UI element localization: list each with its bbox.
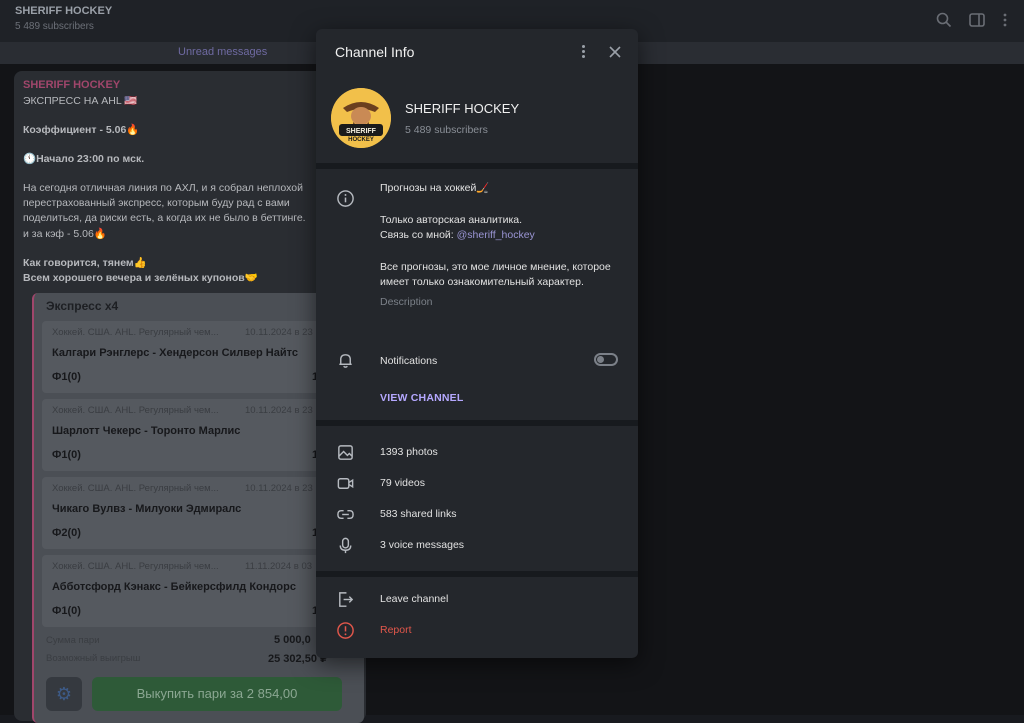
more-vert-icon[interactable] <box>577 43 589 61</box>
description-line: Связь со мной: <box>380 229 457 241</box>
chat-title[interactable]: SHERIFF HOCKEY <box>15 5 112 17</box>
link-icon <box>337 509 354 520</box>
microphone-icon <box>339 537 352 554</box>
more-vert-icon[interactable] <box>996 11 1014 29</box>
section-divider <box>316 163 638 169</box>
bet-event[interactable]: Хоккей. США. AHL. Регулярный чем... 11.1… <box>42 555 360 627</box>
unread-label: Unread messages <box>178 46 268 58</box>
bell-icon <box>339 354 352 368</box>
section-divider <box>316 420 638 426</box>
stake-value: 5 000,0 <box>274 634 311 646</box>
leave-channel-button[interactable]: Leave channel <box>380 593 448 605</box>
media-photos[interactable]: 1393 photos <box>380 446 438 458</box>
event-teams: Чикаго Вулвз - Милуоки Эдмиралс <box>52 503 242 515</box>
message-line: поделиться, да риски есть, а когда их не… <box>23 212 306 224</box>
chat-subscribers: 5 489 subscribers <box>15 21 94 32</box>
bet-event[interactable]: Хоккей. США. AHL. Регулярный чем... 10.1… <box>42 477 360 549</box>
svg-text:SHERIFF: SHERIFF <box>346 128 377 135</box>
info-icon <box>337 190 354 207</box>
video-icon <box>337 478 354 489</box>
leave-icon <box>339 592 354 607</box>
sheriff-logo-icon: SHERIFF HOCKEY <box>331 88 391 148</box>
event-league: Хоккей. США. AHL. Регулярный чем... <box>52 561 219 572</box>
event-league: Хоккей. США. AHL. Регулярный чем... <box>52 327 219 338</box>
event-bet: Ф1(0) <box>52 449 81 461</box>
photo-icon <box>338 445 353 460</box>
media-links[interactable]: 583 shared links <box>380 508 456 520</box>
event-date: 10.11.2024 в 23 <box>245 405 313 416</box>
close-icon[interactable] <box>607 44 623 60</box>
event-date: 10.11.2024 в 23 <box>245 327 313 338</box>
report-button[interactable]: Report <box>380 624 412 636</box>
channel-description: Прогнозы на хоккей🏒 Только авторская ана… <box>380 181 620 310</box>
event-league: Хоккей. США. AHL. Регулярный чем... <box>52 405 219 416</box>
message-line: перестрахованный экспресс, которым буду … <box>23 197 290 209</box>
description-line: Прогнозы на хоккей🏒 <box>380 182 490 194</box>
event-date: 11.11.2024 в 03 <box>245 561 313 572</box>
gear-icon[interactable]: ⚙ <box>46 677 82 711</box>
event-bet: Ф1(0) <box>52 605 81 617</box>
media-videos[interactable]: 79 videos <box>380 477 425 489</box>
channel-avatar[interactable]: SHERIFF HOCKEY <box>331 88 391 148</box>
notifications-toggle[interactable] <box>594 353 618 366</box>
event-bet: Ф2(0) <box>52 527 81 539</box>
section-divider <box>316 571 638 577</box>
event-date: 10.11.2024 в 23 <box>245 483 313 494</box>
dialog-title: Channel Info <box>335 44 415 60</box>
message-line: и за кэф - 5.06🔥 <box>23 228 107 240</box>
message-line: Как говорится, тянем👍 <box>23 257 147 269</box>
event-teams: Шарлотт Чекерс - Торонто Марлис <box>52 425 241 437</box>
event-teams: Абботсфорд Кэнакс - Бейкерсфилд Кондорс <box>52 581 296 593</box>
channel-info-dialog: Channel Info SHERIFF HOCKEY SHERIFF HOCK… <box>316 29 638 658</box>
event-bet: Ф1(0) <box>52 371 81 383</box>
bet-event[interactable]: Хоккей. США. AHL. Регулярный чем... 10.1… <box>42 321 360 393</box>
view-channel-button[interactable]: VIEW CHANNEL <box>380 392 463 404</box>
description-line: Все прогнозы, это мое личное мнение, кот… <box>380 260 611 289</box>
media-voice[interactable]: 3 voice messages <box>380 539 464 551</box>
stake-label: Сумма пари <box>46 635 100 646</box>
contact-link[interactable]: @sheriff_hockey <box>457 229 535 241</box>
sidebar-toggle-icon[interactable] <box>968 11 986 29</box>
search-icon[interactable] <box>935 11 953 29</box>
channel-name: SHERIFF HOCKEY <box>405 101 520 116</box>
potential-win-label: Возможный выигрыш <box>46 653 141 664</box>
message-sender[interactable]: SHERIFF HOCKEY <box>23 79 120 91</box>
channel-subscribers: 5 489 subscribers <box>405 124 488 136</box>
message-line: На сегодня отличная линия по АХЛ, и я со… <box>23 182 303 194</box>
bet-slip-title[interactable]: Экспресс x4 <box>46 299 118 313</box>
message-line: 🕚Начало 23:00 по мск. <box>23 153 145 165</box>
report-icon <box>337 622 354 639</box>
message-line: Всем хорошего вечера и зелёных купонов🤝 <box>23 272 258 284</box>
message-line: ЭКСПРЕСС НА AHL 🇺🇸 <box>23 95 138 107</box>
description-line: Только авторская аналитика. <box>380 213 523 226</box>
notifications-label: Notifications <box>380 355 438 367</box>
bet-event[interactable]: Хоккей. США. AHL. Регулярный чем... 10.1… <box>42 399 360 471</box>
event-teams: Калгари Рэнглерс - Хендерсон Силвер Найт… <box>52 347 298 359</box>
cashout-button[interactable]: Выкупить пари за 2 854,00 <box>92 677 342 711</box>
description-caption: Description <box>380 295 433 308</box>
svg-text:HOCKEY: HOCKEY <box>348 137 374 143</box>
dialog-header: Channel Info <box>316 29 638 75</box>
message-line: Коэффициент - 5.06🔥 <box>23 124 140 136</box>
message-bubble[interactable]: SHERIFF HOCKEY ЭКСПРЕСС НА AHL 🇺🇸 Коэффи… <box>14 71 366 723</box>
event-league: Хоккей. США. AHL. Регулярный чем... <box>52 483 219 494</box>
bet-slip-card: Экспресс x4 Хоккей. США. AHL. Регулярный… <box>32 293 364 723</box>
